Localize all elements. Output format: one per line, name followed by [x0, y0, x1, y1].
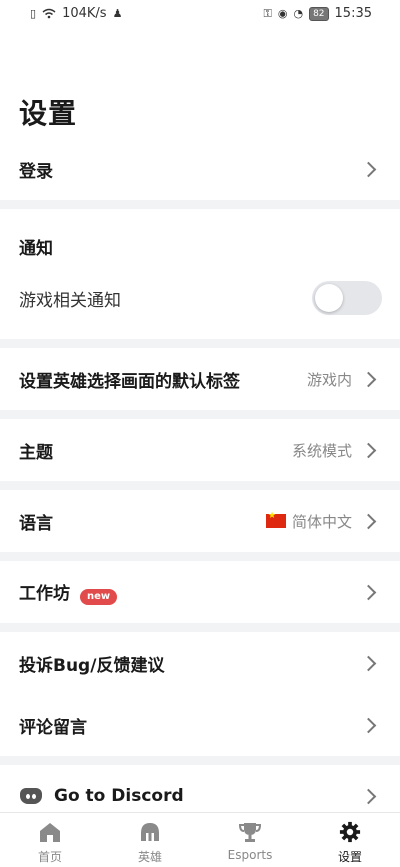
chevron-right-icon — [360, 788, 377, 804]
chevron-right-icon — [360, 442, 377, 458]
helmet-icon — [141, 823, 159, 841]
language-label: 语言 — [19, 513, 53, 534]
report-bug-label: 投诉Bug/反馈建议 — [19, 655, 165, 676]
trophy-icon — [238, 823, 262, 842]
eye-icon: ◉ — [277, 7, 288, 20]
bottom-tab-bar: 首页 英雄 Esports 设置 — [0, 812, 400, 867]
notifications-section: 通知 游戏相关通知 — [0, 209, 400, 339]
default-tab-value: 游戏内 — [306, 370, 352, 389]
toggle-knob — [315, 284, 343, 312]
chevron-right-icon — [360, 371, 377, 387]
language-section: 语言 简体中文 — [0, 490, 400, 552]
discord-icon — [20, 788, 42, 804]
workshop-label-wrap: 工作坊 new — [19, 579, 118, 605]
discord-label: Go to Discord — [54, 786, 184, 806]
language-value: 简体中文 — [291, 512, 352, 531]
chevron-right-icon — [360, 513, 377, 529]
report-bug-row[interactable]: 投诉Bug/反馈建议 — [0, 632, 400, 694]
theme-value: 系统模式 — [291, 441, 352, 460]
theme-label: 主题 — [19, 442, 53, 463]
workshop-label: 工作坊 — [19, 584, 70, 604]
clock: 15:35 — [334, 6, 372, 21]
review-label: 评论留言 — [19, 717, 87, 738]
game-notifications-toggle[interactable] — [312, 281, 382, 315]
chevron-right-icon — [360, 584, 377, 600]
notifications-title: 通知 — [19, 238, 53, 259]
tab-home-label: 首页 — [37, 850, 62, 864]
feedback-section: 投诉Bug/反馈建议 评论留言 — [0, 632, 400, 756]
gear-icon — [339, 821, 361, 843]
review-row[interactable]: 评论留言 — [0, 694, 400, 756]
tab-heroes[interactable]: 英雄 — [100, 813, 200, 867]
page-header: 设置 — [0, 30, 400, 138]
tab-home[interactable]: 首页 — [0, 813, 100, 867]
china-flag-icon — [265, 511, 286, 528]
page-title: 设置 — [19, 97, 78, 130]
game-notifications-row: 游戏相关通知 — [0, 267, 400, 329]
chevron-right-icon — [360, 655, 377, 671]
theme-row[interactable]: 主题 系统模式 — [0, 419, 400, 481]
sim-card-icon: ▯ — [30, 7, 37, 20]
home-icon — [40, 823, 60, 842]
key-icon: ⚿ — [263, 6, 272, 20]
workshop-row[interactable]: 工作坊 new — [0, 561, 400, 623]
wifi-icon — [42, 8, 56, 19]
tab-heroes-label: 英雄 — [137, 850, 162, 864]
battery-icon: 82 — [309, 6, 329, 21]
status-bar: ▯ 104K/s ♟ ⚿ ◉ ◔ 82 15:35 — [0, 0, 400, 30]
chevron-right-icon — [360, 717, 377, 733]
tab-settings[interactable]: 设置 — [300, 813, 400, 867]
theme-section: 主题 系统模式 — [0, 419, 400, 481]
tab-settings-label: 设置 — [337, 850, 362, 864]
default-tab-row[interactable]: 设置英雄选择画面的默认标签 游戏内 — [0, 348, 400, 410]
notification-app-icon: ♟ — [112, 7, 123, 20]
language-row[interactable]: 语言 简体中文 — [0, 490, 400, 552]
login-label: 登录 — [19, 161, 53, 182]
login-section: 登录 — [0, 138, 400, 200]
language-value-wrap: 简体中文 — [265, 511, 352, 532]
chevron-right-icon — [360, 161, 377, 177]
game-notifications-label: 游戏相关通知 — [19, 290, 121, 311]
tab-esports[interactable]: Esports — [200, 813, 300, 867]
tab-esports-label: Esports — [227, 848, 273, 862]
workshop-section: 工作坊 new — [0, 561, 400, 623]
login-row[interactable]: 登录 — [0, 138, 400, 200]
default-tab-section: 设置英雄选择画面的默认标签 游戏内 — [0, 348, 400, 410]
network-speed: 104K/s — [62, 6, 107, 21]
default-tab-label: 设置英雄选择画面的默认标签 — [19, 371, 240, 392]
speedometer-icon: ◔ — [293, 7, 304, 20]
new-badge: new — [80, 589, 118, 605]
